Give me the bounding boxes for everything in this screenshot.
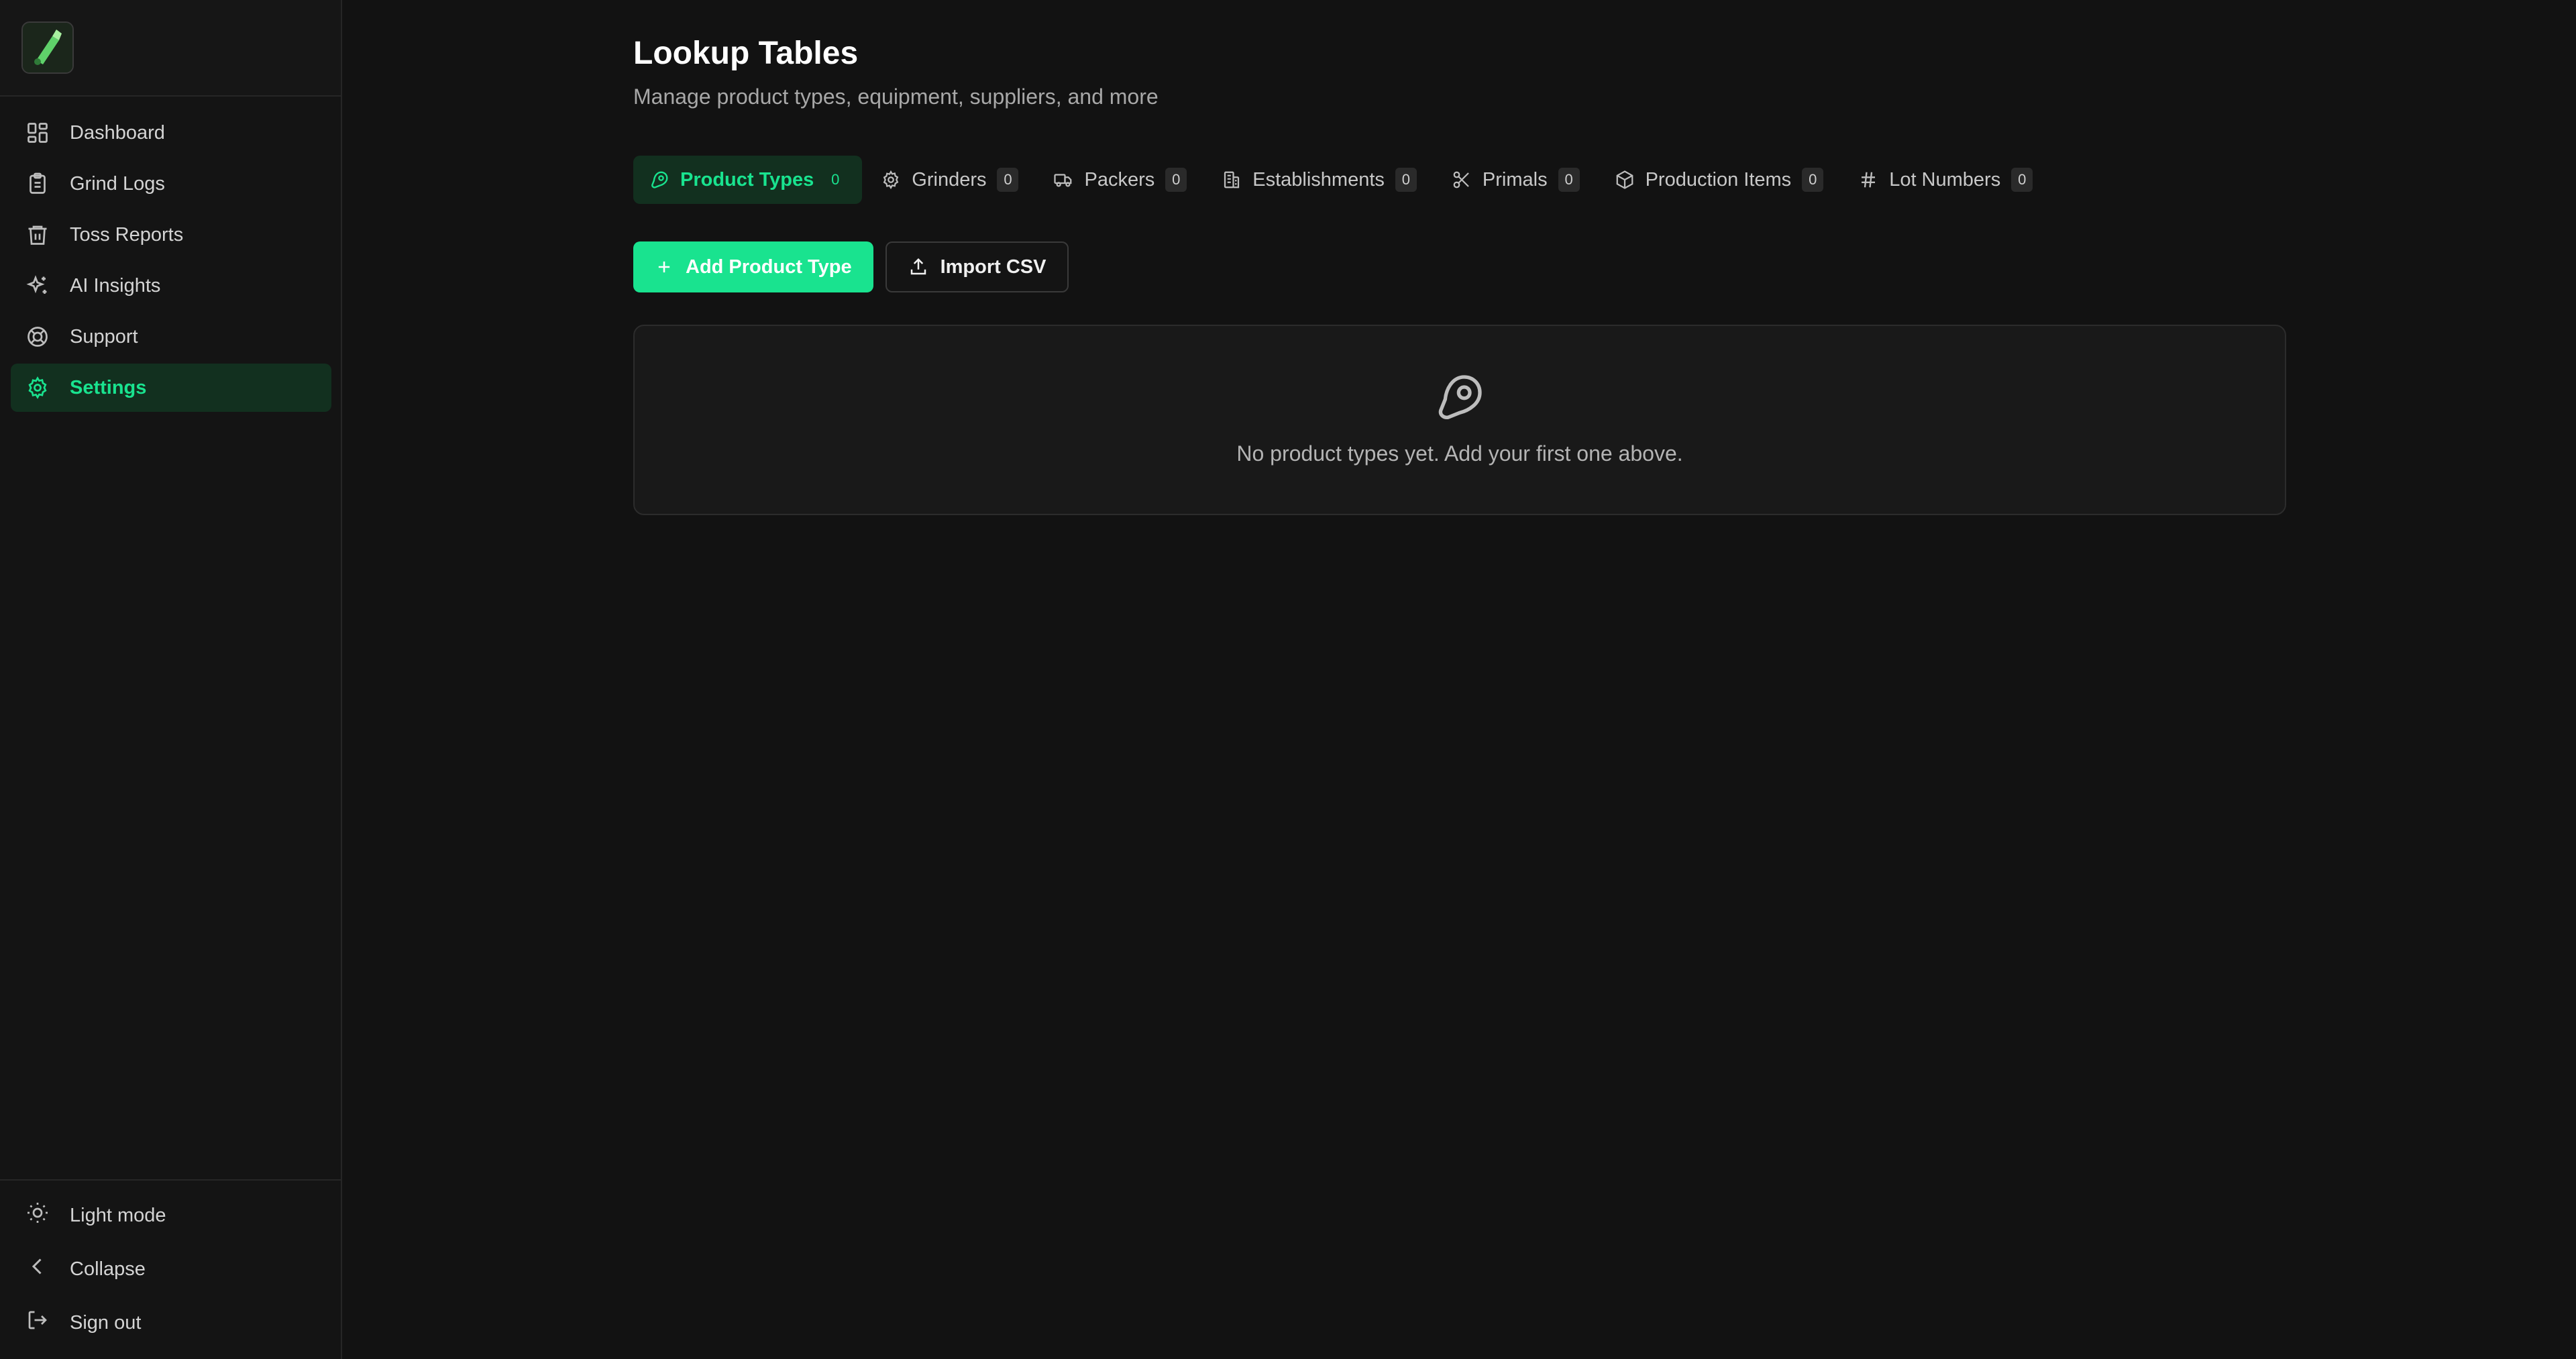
- tab-label: Product Types: [680, 168, 814, 191]
- tab-product-types[interactable]: Product Types 0: [633, 156, 863, 204]
- tab-count-badge: 0: [2011, 168, 2033, 192]
- sidebar-item-settings[interactable]: Settings: [11, 364, 331, 412]
- tab-label: Production Items: [1645, 168, 1792, 191]
- tab-label: Lot Numbers: [1889, 168, 2001, 191]
- tab-grinders[interactable]: Grinders 0: [865, 156, 1034, 204]
- lookup-tabs: Product Types 0 Grinders 0 Packers 0 Est…: [633, 156, 2051, 204]
- action-bar: Add Product Type Import CSV: [633, 241, 1069, 292]
- sidebar-footer: Light mode Collapse Sign out: [0, 1179, 341, 1359]
- empty-state-message: No product types yet. Add your first one…: [1236, 441, 1683, 466]
- page-subtitle: Manage product types, equipment, supplie…: [633, 85, 1159, 109]
- lifebuoy-icon: [25, 325, 50, 349]
- trash-icon: [25, 223, 50, 247]
- add-product-type-label: Add Product Type: [686, 256, 852, 278]
- logo-row: [0, 0, 341, 97]
- tab-establishments[interactable]: Establishments 0: [1205, 156, 1433, 204]
- chevron-left-icon: [25, 1254, 50, 1279]
- tab-label: Primals: [1482, 168, 1548, 191]
- tab-count-badge: 0: [824, 168, 847, 192]
- import-csv-label: Import CSV: [940, 256, 1046, 278]
- sidebar-item-dashboard[interactable]: Dashboard: [11, 109, 331, 157]
- meat-icon: [649, 170, 669, 190]
- tab-count-badge: 0: [1165, 168, 1187, 192]
- box-icon: [1615, 170, 1635, 190]
- sidebar-item-label: Support: [70, 325, 138, 347]
- light-mode-toggle[interactable]: Light mode: [11, 1189, 331, 1242]
- tab-label: Establishments: [1252, 168, 1385, 191]
- app-logo[interactable]: [21, 21, 74, 74]
- scissors-icon: [1452, 170, 1472, 190]
- clipboard-icon: [25, 172, 50, 196]
- building-icon: [1222, 170, 1242, 190]
- tab-count-badge: 0: [1558, 168, 1580, 192]
- tab-primals[interactable]: Primals 0: [1436, 156, 1596, 204]
- tab-production-items[interactable]: Production Items 0: [1599, 156, 1840, 204]
- empty-state-card: No product types yet. Add your first one…: [633, 325, 2286, 515]
- sidebar-item-grind-logs[interactable]: Grind Logs: [11, 160, 331, 208]
- sidebar: Dashboard Grind Logs Toss Reports AI Ins…: [0, 0, 342, 1359]
- tab-label: Packers: [1084, 168, 1155, 191]
- tab-count-badge: 0: [1802, 168, 1824, 192]
- plus-icon: [655, 258, 674, 276]
- sidebar-item-ai-insights[interactable]: AI Insights: [11, 262, 331, 310]
- hash-icon: [1858, 170, 1878, 190]
- sparkles-icon: [25, 274, 50, 298]
- sidebar-item-label: Toss Reports: [70, 223, 184, 246]
- cog-icon: [881, 170, 901, 190]
- tab-count-badge: 0: [1395, 168, 1417, 192]
- tab-packers[interactable]: Packers 0: [1037, 156, 1203, 204]
- sidebar-item-label: Grind Logs: [70, 172, 165, 195]
- sign-out-button[interactable]: Sign out: [11, 1296, 331, 1350]
- collapse-button[interactable]: Collapse: [11, 1242, 331, 1296]
- sidebar-item-label: AI Insights: [70, 274, 161, 296]
- tab-lot-numbers[interactable]: Lot Numbers 0: [1842, 156, 2049, 204]
- sun-icon: [25, 1201, 50, 1225]
- dashboard-icon: [25, 121, 50, 145]
- sidebar-item-label: Settings: [70, 376, 147, 398]
- truck-icon: [1053, 170, 1073, 190]
- meat-icon: [1433, 370, 1487, 424]
- upload-icon: [908, 257, 928, 277]
- add-product-type-button[interactable]: Add Product Type: [633, 241, 873, 292]
- sidebar-nav: Dashboard Grind Logs Toss Reports AI Ins…: [11, 109, 331, 415]
- page-title: Lookup Tables: [633, 36, 859, 71]
- sidebar-item-label: Dashboard: [70, 121, 165, 144]
- sign-out-icon: [25, 1308, 50, 1332]
- sidebar-item-support[interactable]: Support: [11, 313, 331, 361]
- sign-out-label: Sign out: [70, 1311, 142, 1334]
- import-csv-button[interactable]: Import CSV: [885, 241, 1069, 292]
- tab-count-badge: 0: [997, 168, 1019, 192]
- collapse-label: Collapse: [70, 1258, 146, 1280]
- light-mode-label: Light mode: [70, 1204, 166, 1226]
- tab-label: Grinders: [912, 168, 987, 191]
- gear-icon: [25, 376, 50, 400]
- sidebar-item-toss-reports[interactable]: Toss Reports: [11, 211, 331, 259]
